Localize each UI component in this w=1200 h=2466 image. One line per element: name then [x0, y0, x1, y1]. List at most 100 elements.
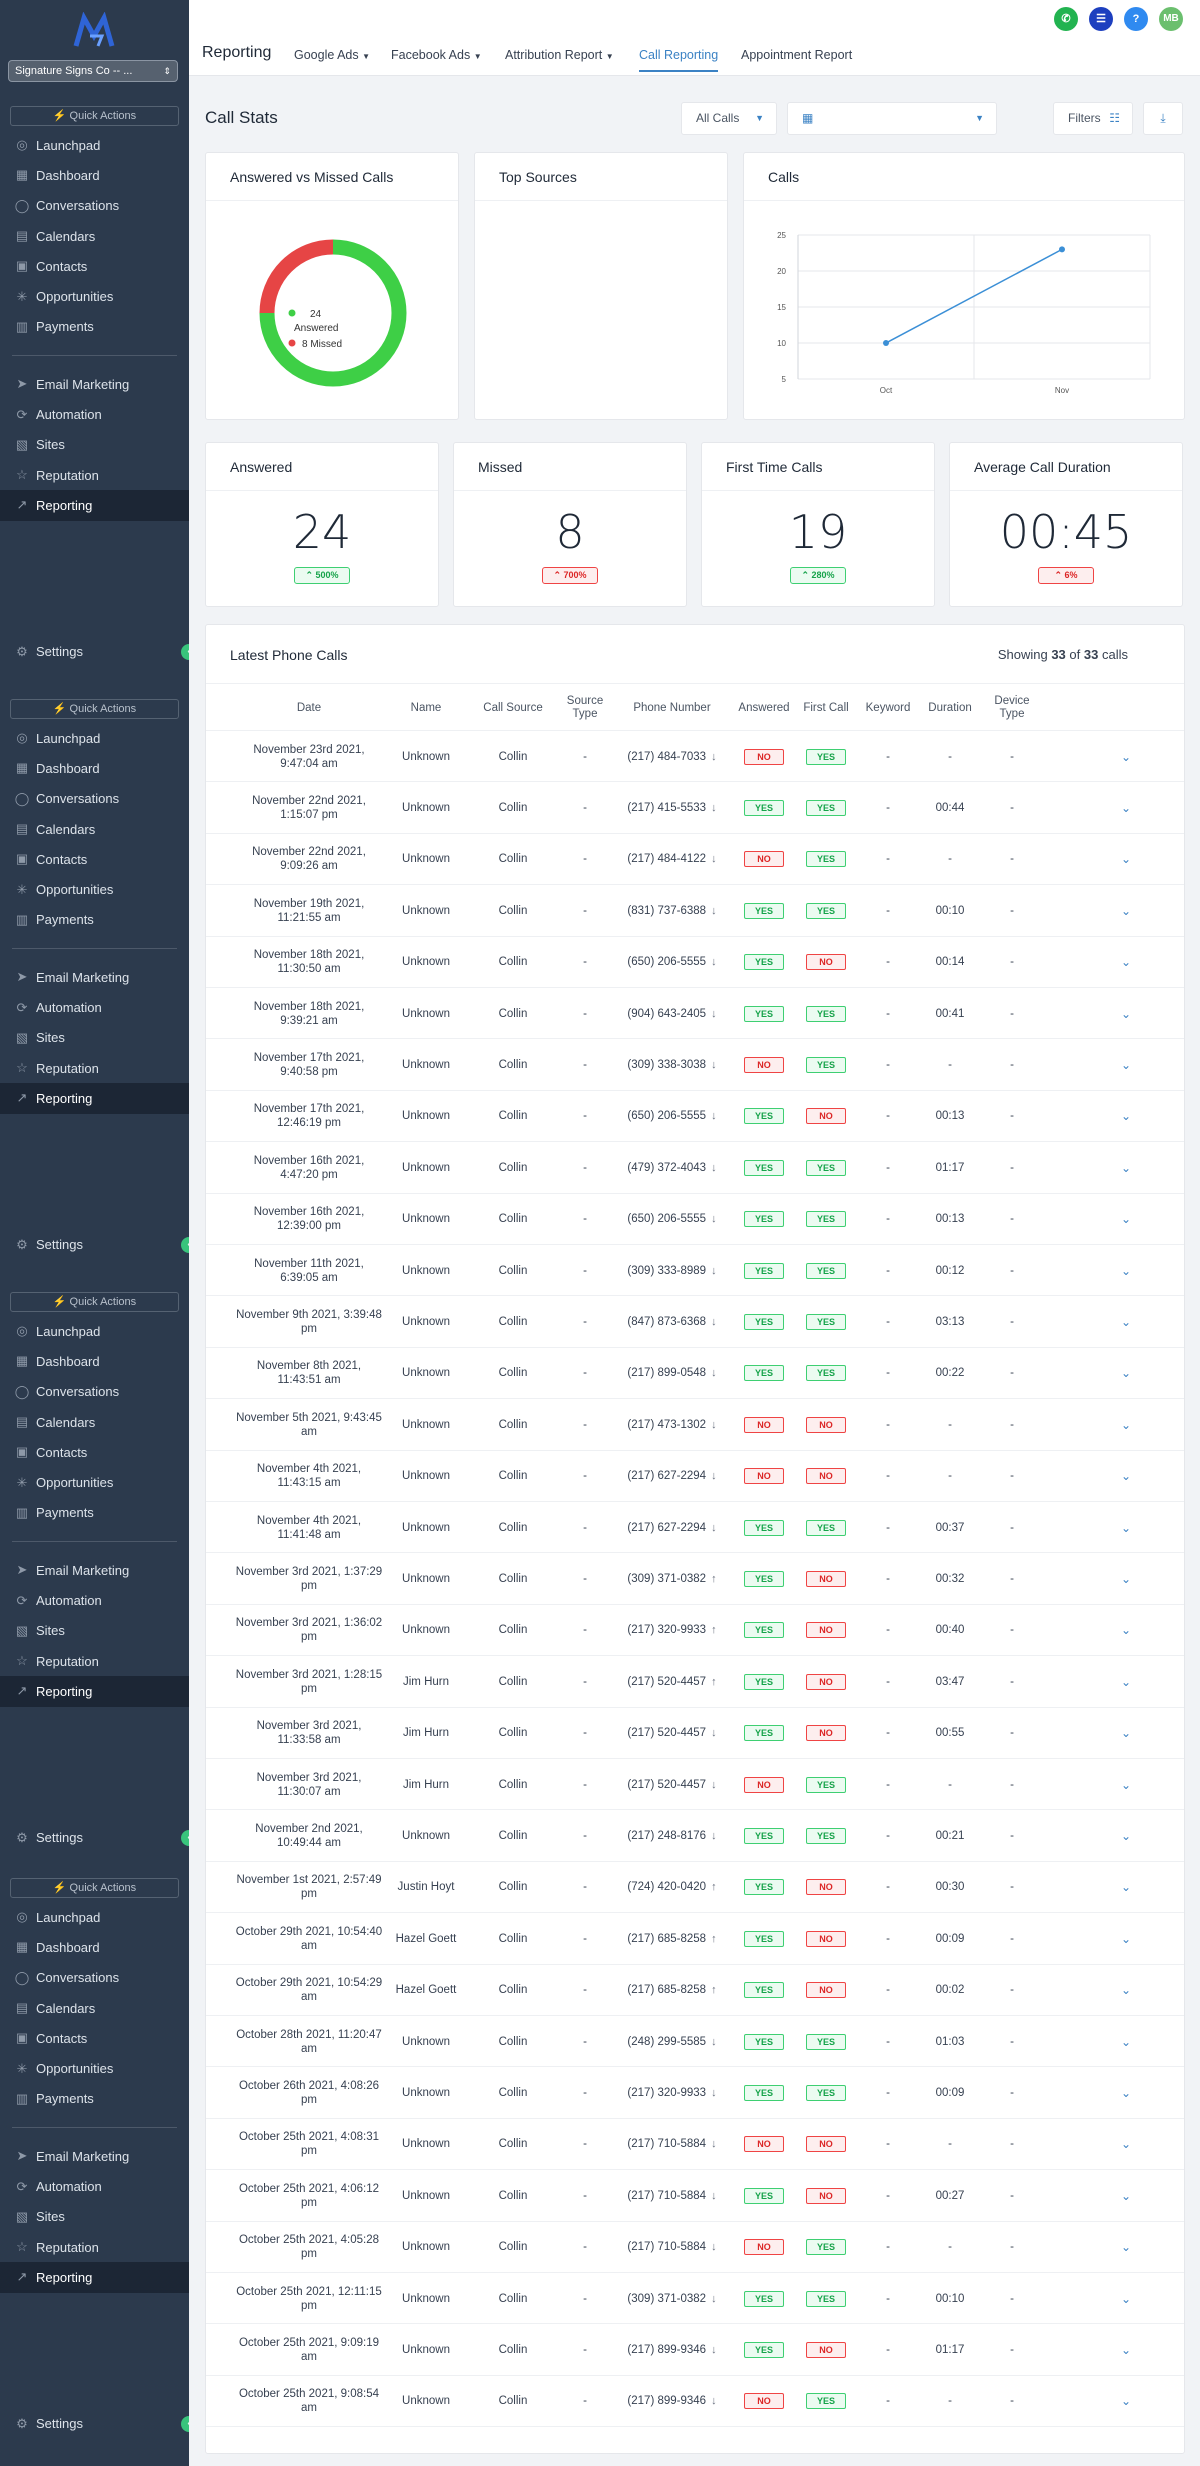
- expand-row-button[interactable]: ⌄: [1106, 1091, 1146, 1142]
- table-row[interactable]: October 29th 2021, 10:54:40 am Hazel Goet…: [206, 1913, 1184, 1965]
- expand-row-button[interactable]: ⌄: [1106, 2016, 1146, 2067]
- sidebar-item-settings[interactable]: ⚙ Settings ‹: [0, 2409, 189, 2439]
- sidebar-item-dashboard[interactable]: ▦ Dashboard: [0, 753, 189, 783]
- sidebar-item-contacts[interactable]: ▣ Contacts: [0, 2023, 189, 2053]
- sidebar-item-opportunities[interactable]: ✳ Opportunities: [0, 2053, 189, 2083]
- sidebar-item-calendars[interactable]: ▤ Calendars: [0, 814, 189, 844]
- table-row[interactable]: November 4th 2021, 11:41:48 am Unknown Col…: [206, 1502, 1184, 1554]
- expand-row-button[interactable]: ⌄: [1106, 1142, 1146, 1193]
- table-row[interactable]: November 23rd 2021, 9:47:04 am Unknown Col…: [206, 731, 1184, 783]
- sidebar-item-settings[interactable]: ⚙ Settings ‹: [0, 637, 189, 667]
- sidebar-item-payments[interactable]: ▥ Payments: [0, 2084, 189, 2114]
- sidebar-item-calendars[interactable]: ▤ Calendars: [0, 221, 189, 251]
- sidebar-item-email-marketing[interactable]: ➤ Email Marketing: [0, 1555, 189, 1585]
- table-row[interactable]: November 19th 2021, 11:21:55 am Unknown Co…: [206, 885, 1184, 937]
- tab-call-reporting[interactable]: Call Reporting: [639, 48, 719, 72]
- sidebar-item-reputation[interactable]: ☆ Reputation: [0, 1053, 189, 1083]
- expand-row-button[interactable]: ⌄: [1106, 1451, 1146, 1502]
- column-header-duration[interactable]: Duration: [920, 684, 980, 732]
- expand-row-button[interactable]: ⌄: [1106, 1245, 1146, 1296]
- expand-row-button[interactable]: ⌄: [1106, 2067, 1146, 2118]
- sidebar-item-settings[interactable]: ⚙ Settings ‹: [0, 1230, 189, 1260]
- sidebar-item-contacts[interactable]: ▣ Contacts: [0, 844, 189, 874]
- sidebar-item-reporting[interactable]: ↗ Reporting: [0, 1083, 189, 1114]
- expand-row-button[interactable]: ⌄: [1106, 1656, 1146, 1707]
- table-row[interactable]: November 3rd 2021, 1:36:02 pm Unknown Coll…: [206, 1605, 1184, 1657]
- missed-slice[interactable]: [259, 239, 334, 314]
- sidebar-item-opportunities[interactable]: ✳ Opportunities: [0, 874, 189, 904]
- table-row[interactable]: November 17th 2021, 12:46:19 pm Unknown Co…: [206, 1091, 1184, 1143]
- avatar[interactable]: MB: [1159, 7, 1183, 31]
- table-row[interactable]: October 25th 2021, 12:11:15 pm Unknown Col…: [206, 2273, 1184, 2325]
- expand-row-button[interactable]: ⌄: [1106, 1759, 1146, 1810]
- sidebar-item-sites[interactable]: ▧ Sites: [0, 430, 189, 460]
- sidebar-item-sites[interactable]: ▧ Sites: [0, 1023, 189, 1053]
- expand-row-button[interactable]: ⌄: [1106, 937, 1146, 988]
- sidebar-item-email-marketing[interactable]: ➤ Email Marketing: [0, 962, 189, 992]
- tab-appointment-report[interactable]: Appointment Report: [741, 48, 852, 62]
- expand-row-button[interactable]: ⌄: [1106, 988, 1146, 1039]
- filters-button[interactable]: Filters ☷: [1053, 102, 1133, 135]
- sidebar-item-reporting[interactable]: ↗ Reporting: [0, 490, 189, 521]
- help-icon[interactable]: ?: [1124, 7, 1148, 31]
- table-row[interactable]: November 16th 2021, 12:39:00 pm Unknown Co…: [206, 1194, 1184, 1245]
- sidebar-item-email-marketing[interactable]: ➤ Email Marketing: [0, 2141, 189, 2171]
- sidebar-item-dashboard[interactable]: ▦ Dashboard: [0, 160, 189, 190]
- table-row[interactable]: October 25th 2021, 9:09:19 am Unknown Coll…: [206, 2324, 1184, 2376]
- collapse-sidebar-icon[interactable]: ‹: [181, 1236, 189, 1253]
- column-header-source-type[interactable]: Source Type: [560, 684, 610, 732]
- expand-row-button[interactable]: ⌄: [1106, 1296, 1146, 1347]
- table-row[interactable]: October 26th 2021, 4:08:26 pm Unknown Coll…: [206, 2067, 1184, 2119]
- date-range-picker[interactable]: ▦ ▼: [787, 102, 997, 135]
- expand-row-button[interactable]: ⌄: [1106, 885, 1146, 936]
- table-row[interactable]: November 22nd 2021, 9:09:26 am Unknown Col…: [206, 834, 1184, 886]
- sidebar-item-payments[interactable]: ▥ Payments: [0, 312, 189, 342]
- sidebar-item-opportunities[interactable]: ✳ Opportunities: [0, 1467, 189, 1497]
- download-button[interactable]: ⤓: [1143, 102, 1183, 135]
- expand-row-button[interactable]: ⌄: [1106, 1810, 1146, 1861]
- tab-facebook-ads[interactable]: Facebook Ads ▼: [391, 48, 482, 62]
- sidebar-item-sites[interactable]: ▧ Sites: [0, 2202, 189, 2232]
- quick-actions-button[interactable]: ⚡ Quick Actions: [10, 106, 179, 126]
- expand-row-button[interactable]: ⌄: [1106, 1553, 1146, 1604]
- expand-row-button[interactable]: ⌄: [1106, 1965, 1146, 2016]
- table-row[interactable]: November 18th 2021, 9:39:21 am Unknown Col…: [206, 988, 1184, 1040]
- table-row[interactable]: November 2nd 2021, 10:49:44 am Unknown Col…: [206, 1810, 1184, 1862]
- tab-google-ads[interactable]: Google Ads ▼: [294, 48, 370, 62]
- sidebar-item-reputation[interactable]: ☆ Reputation: [0, 2232, 189, 2262]
- table-row[interactable]: November 9th 2021, 3:39:48 pm Unknown Coll…: [206, 1296, 1184, 1348]
- sidebar-item-launchpad[interactable]: ◎ Launchpad: [0, 723, 189, 753]
- sidebar-item-payments[interactable]: ▥ Payments: [0, 905, 189, 935]
- sidebar-item-conversations[interactable]: ◯ Conversations: [0, 1377, 189, 1407]
- expand-row-button[interactable]: ⌄: [1106, 1502, 1146, 1553]
- account-switcher[interactable]: Signature Signs Co -- ... ⇕: [8, 60, 178, 82]
- sidebar-item-reputation[interactable]: ☆ Reputation: [0, 1646, 189, 1676]
- table-row[interactable]: November 4th 2021, 11:43:15 am Unknown Col…: [206, 1451, 1184, 1502]
- table-row[interactable]: November 8th 2021, 11:43:51 am Unknown Col…: [206, 1348, 1184, 1400]
- expand-row-button[interactable]: ⌄: [1106, 1605, 1146, 1656]
- column-header-device-type[interactable]: Device Type: [982, 684, 1042, 732]
- table-row[interactable]: November 22nd 2021, 1:15:07 pm Unknown Col…: [206, 782, 1184, 834]
- expand-row-button[interactable]: ⌄: [1106, 731, 1146, 782]
- expand-row-button[interactable]: ⌄: [1106, 782, 1146, 833]
- table-row[interactable]: November 3rd 2021, 11:33:58 am Jim Hurn Co…: [206, 1708, 1184, 1759]
- sidebar-item-sites[interactable]: ▧ Sites: [0, 1616, 189, 1646]
- table-row[interactable]: October 29th 2021, 10:54:29 am Hazel Goet…: [206, 1965, 1184, 2016]
- collapse-sidebar-icon[interactable]: ‹: [181, 2415, 189, 2432]
- table-row[interactable]: November 3rd 2021, 1:37:29 pm Unknown Coll…: [206, 1553, 1184, 1605]
- table-row[interactable]: November 5th 2021, 9:43:45 am Unknown Coll…: [206, 1399, 1184, 1451]
- collapse-sidebar-icon[interactable]: ‹: [181, 643, 189, 660]
- collapse-sidebar-icon[interactable]: ‹: [181, 1829, 189, 1846]
- call-filter-select[interactable]: All Calls ▼: [681, 102, 777, 135]
- sidebar-item-automation[interactable]: ⟳ Automation: [0, 2171, 189, 2201]
- column-header-keyword[interactable]: Keyword: [858, 684, 918, 732]
- table-row[interactable]: November 1st 2021, 2:57:49 pm Justin Hoyt…: [206, 1862, 1184, 1914]
- column-header-first-call[interactable]: First Call: [796, 684, 856, 732]
- column-header-call-source[interactable]: Call Source: [468, 684, 558, 732]
- column-header-name[interactable]: Name: [386, 684, 466, 732]
- sidebar-item-opportunities[interactable]: ✳ Opportunities: [0, 281, 189, 311]
- table-row[interactable]: November 18th 2021, 11:30:50 am Unknown Co…: [206, 937, 1184, 988]
- sidebar-item-launchpad[interactable]: ◎ Launchpad: [0, 1316, 189, 1346]
- expand-row-button[interactable]: ⌄: [1106, 2324, 1146, 2375]
- sidebar-item-automation[interactable]: ⟳ Automation: [0, 992, 189, 1022]
